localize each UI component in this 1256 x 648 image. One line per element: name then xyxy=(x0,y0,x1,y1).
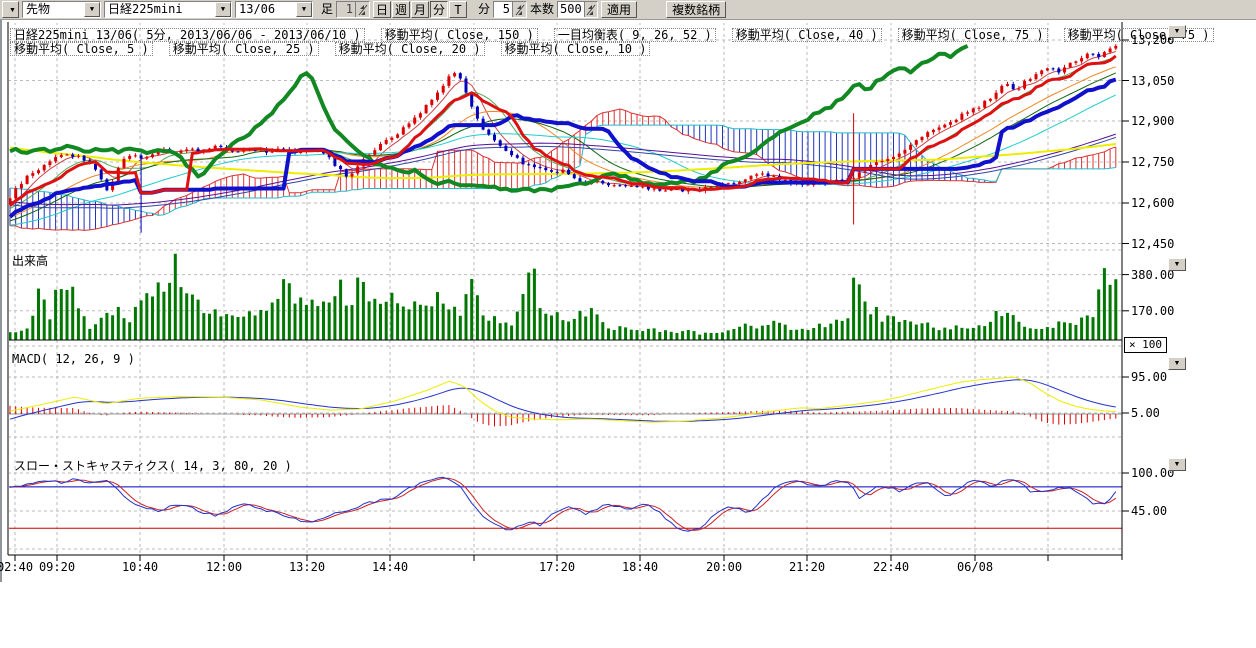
macd-pane-scale-button[interactable]: ▼ xyxy=(1168,357,1186,370)
window-left-edge xyxy=(0,20,2,582)
time-axis-label: 22:40 xyxy=(873,560,909,574)
minute-stepper[interactable]: 5 xyxy=(493,1,527,18)
time-axis-label: 10:40 xyxy=(122,560,158,574)
toolbar: ▼ 先物 ▼ 日経225mini ▼ 13/06 ▼ 足 1 日週月分T 分 5… xyxy=(0,0,1256,20)
legend-row-2: 移動平均( Close, 5 ) 移動平均( Close, 25 ) 移動平均( C… xyxy=(10,38,666,57)
value-axis-label: 45.00 xyxy=(1131,504,1167,518)
chevron-down-icon[interactable]: ▼ xyxy=(84,2,100,17)
value-axis-label: 12,600 xyxy=(1131,196,1174,210)
apply-button[interactable]: 適用 xyxy=(601,1,637,18)
stoch-pane-label: スロー・ストキャスティクス( 14, 3, 80, 20 ) xyxy=(14,457,292,474)
symbol-select-value: 日経225mini xyxy=(105,2,215,17)
value-axis-label: 12,900 xyxy=(1131,114,1174,128)
bar-count-value: 500 xyxy=(558,2,584,17)
chevron-down-icon: ▼ xyxy=(1174,28,1181,35)
time-axis-label: 21:20 xyxy=(789,560,825,574)
window-dropdown-button[interactable]: ▼ xyxy=(2,1,19,18)
time-axis-label: 14:40 xyxy=(372,560,408,574)
bar-count-stepper[interactable]: 500 xyxy=(557,1,598,18)
chart-window: ▼ 先物 ▼ 日経225mini ▼ 13/06 ▼ 足 1 日週月分T 分 5… xyxy=(0,0,1256,648)
value-axis-label: 13,050 xyxy=(1131,74,1174,88)
legend-item: 移動平均( Close, 40 ) xyxy=(732,28,882,42)
chevron-down-icon: ▼ xyxy=(1174,360,1181,367)
chevron-down-icon: ▼ xyxy=(9,7,16,14)
chevron-down-icon: ▼ xyxy=(1174,461,1181,468)
value-axis-label: 5.00 xyxy=(1131,406,1160,420)
volume-pane-scale-button[interactable]: ▼ xyxy=(1168,258,1186,271)
time-axis-label: 17:20 xyxy=(539,560,575,574)
legend-item: 移動平均( Close, 5 ) xyxy=(10,42,153,56)
legend-item: 移動平均( Close, 75 ) xyxy=(898,28,1048,42)
bar-interval-value: 1 xyxy=(337,2,355,17)
category-select[interactable]: 先物 ▼ xyxy=(22,1,101,18)
chevron-down-icon[interactable]: ▼ xyxy=(296,2,312,17)
multi-symbol-button[interactable]: 複数銘柄 xyxy=(666,1,726,18)
time-axis-label: 18:40 xyxy=(622,560,658,574)
legend-item: 移動平均( Close, 20 ) xyxy=(335,42,485,56)
chart-plot[interactable] xyxy=(0,0,1256,648)
period-button-日[interactable]: 日 xyxy=(373,1,391,18)
contract-month-value: 13/06 xyxy=(236,2,296,17)
volume-pane-label: 出来高 xyxy=(12,252,48,269)
bar-interval-stepper[interactable]: 1 xyxy=(336,1,370,18)
legend-item: 移動平均( Close, 25 ) xyxy=(169,42,319,56)
bar-count-label: 本数 xyxy=(530,1,554,18)
spinner-icon[interactable] xyxy=(584,2,597,17)
volume-multiplier-badge: × 100 xyxy=(1124,337,1167,353)
spinner-icon[interactable] xyxy=(355,2,369,17)
time-axis-label: 06/08 xyxy=(957,560,993,574)
legend-item: 移動平均( Close, 10 ) xyxy=(501,42,651,56)
bar-type-label: 足 xyxy=(321,1,333,18)
contract-month-select[interactable]: 13/06 ▼ xyxy=(235,1,313,18)
minute-label: 分 xyxy=(478,1,490,18)
time-axis-label: 12:00 xyxy=(206,560,242,574)
chevron-down-icon[interactable]: ▼ xyxy=(215,2,231,17)
period-button-月[interactable]: 月 xyxy=(411,1,429,18)
macd-pane-label: MACD( 12, 26, 9 ) xyxy=(12,352,135,366)
minute-value: 5 xyxy=(494,2,512,17)
value-axis-label: 12,750 xyxy=(1131,155,1174,169)
value-axis-label: 12,450 xyxy=(1131,237,1174,251)
time-axis-label: 09:20 xyxy=(39,560,75,574)
time-axis-label: 13:20 xyxy=(289,560,325,574)
period-button-group: 日週月分T xyxy=(373,1,467,18)
value-axis-label: 95.00 xyxy=(1131,370,1167,384)
stoch-pane-scale-button[interactable]: ▼ xyxy=(1168,458,1186,471)
spinner-icon[interactable] xyxy=(512,2,526,17)
symbol-select[interactable]: 日経225mini ▼ xyxy=(104,1,232,18)
time-axis-label: 02:40 xyxy=(0,560,33,574)
value-axis-label: 170.00 xyxy=(1131,304,1174,318)
chevron-down-icon: ▼ xyxy=(1174,261,1181,268)
category-select-value: 先物 xyxy=(23,2,84,17)
period-button-T[interactable]: T xyxy=(449,1,467,18)
main-pane-scale-button[interactable]: ▼ xyxy=(1168,25,1186,38)
time-axis-label: 20:00 xyxy=(706,560,742,574)
period-button-分[interactable]: 分 xyxy=(430,1,448,18)
period-button-週[interactable]: 週 xyxy=(392,1,410,18)
